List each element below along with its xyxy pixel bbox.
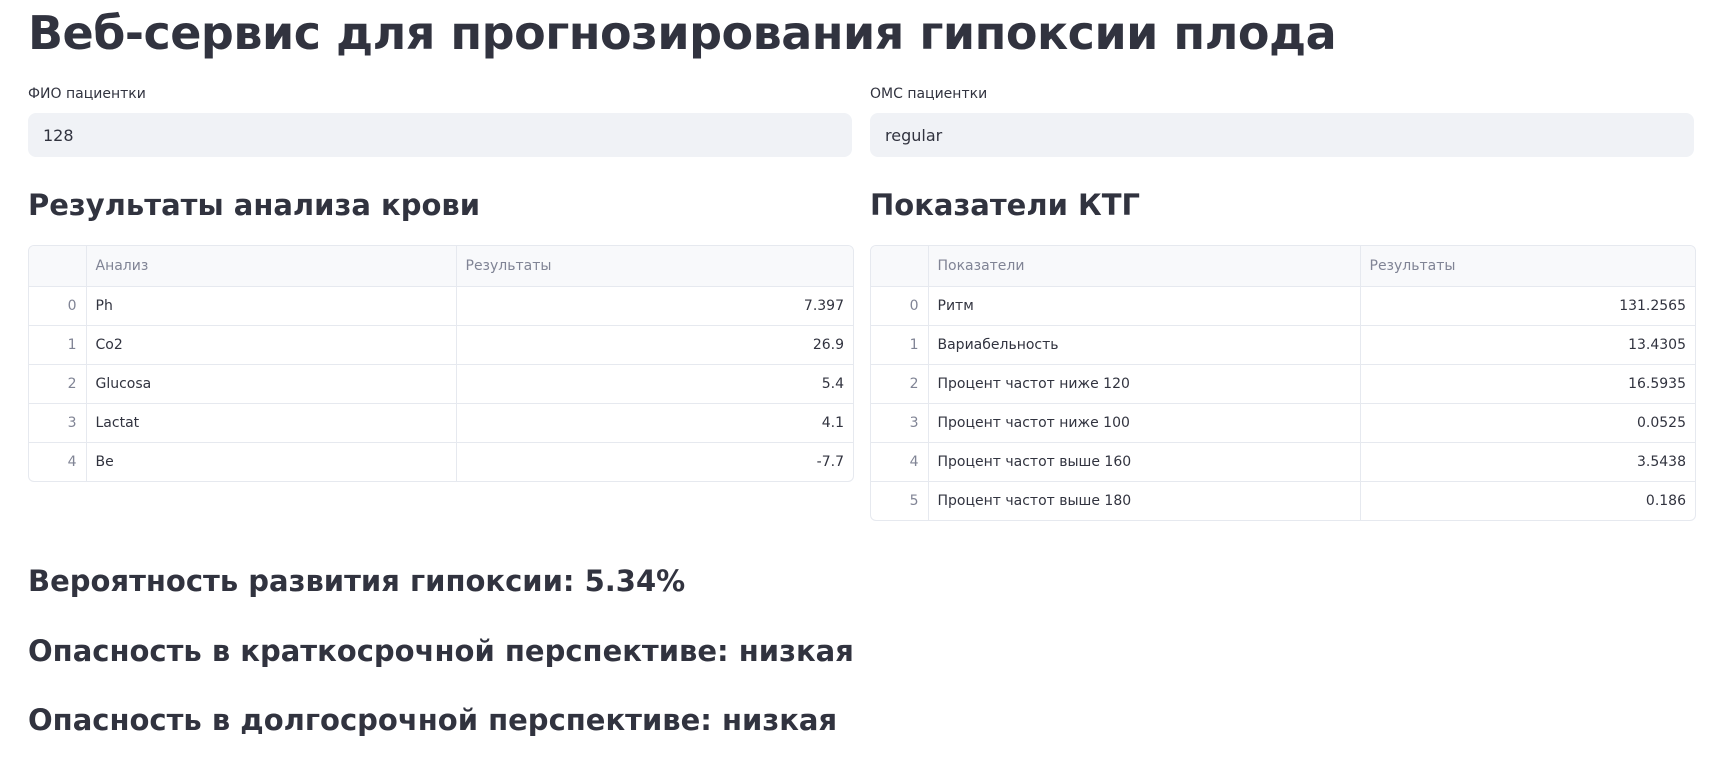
row-index: 2 xyxy=(871,364,929,404)
blood-table-header: Анализ Результаты xyxy=(29,246,853,287)
column-header-indicators[interactable]: Показатели xyxy=(928,246,1361,287)
table-row[interactable]: 3 Lactat 4.1 xyxy=(29,403,853,443)
table-row[interactable]: 0 Ph 7.397 xyxy=(29,286,853,326)
patient-name-input[interactable] xyxy=(28,113,852,157)
table-row[interactable]: 1 Co2 26.9 xyxy=(29,325,853,365)
cell-analysis[interactable]: Be xyxy=(86,442,457,481)
row-index: 2 xyxy=(29,364,87,404)
cell-result[interactable]: 13.4305 xyxy=(1360,325,1695,365)
table-row[interactable]: 0 Ритм 131.2565 xyxy=(871,286,1695,326)
patient-name-field: ФИО пациентки xyxy=(28,84,852,157)
column-header-index[interactable] xyxy=(871,246,929,287)
blood-heading: Результаты анализа крови xyxy=(28,188,481,222)
cell-result[interactable]: 0.186 xyxy=(1360,481,1695,520)
cell-result[interactable]: -7.7 xyxy=(456,442,853,481)
row-index: 3 xyxy=(29,403,87,443)
column-header-results[interactable]: Результаты xyxy=(1360,246,1695,287)
table-row[interactable]: 4 Процент частот выше 160 3.5438 xyxy=(871,442,1695,482)
table-row[interactable]: 3 Процент частот ниже 100 0.0525 xyxy=(871,403,1695,443)
cell-result[interactable]: 3.5438 xyxy=(1360,442,1695,482)
cell-result[interactable]: 5.4 xyxy=(456,364,853,404)
patient-name-label: ФИО пациентки xyxy=(28,86,146,102)
cell-analysis[interactable]: Lactat xyxy=(86,403,457,443)
patient-oms-field: ОМС пациентки xyxy=(870,84,1694,157)
page: Веб-сервис для прогнозирования гипоксии … xyxy=(0,0,1718,769)
table-row[interactable]: 2 Процент частот ниже 120 16.5935 xyxy=(871,364,1695,404)
cell-result[interactable]: 0.0525 xyxy=(1360,403,1695,443)
column-header-analysis[interactable]: Анализ xyxy=(86,246,457,287)
short-term-risk: Опасность в краткосрочной перспективе: н… xyxy=(28,634,854,668)
row-index: 0 xyxy=(871,286,929,326)
column-header-index[interactable] xyxy=(29,246,87,287)
patient-oms-label: ОМС пациентки xyxy=(870,86,988,102)
column-header-results[interactable]: Результаты xyxy=(456,246,853,287)
row-index: 0 xyxy=(29,286,87,326)
hypoxia-probability: Вероятность развития гипоксии: 5.34% xyxy=(28,564,686,598)
row-index: 1 xyxy=(29,325,87,365)
row-index: 4 xyxy=(871,442,929,482)
table-row[interactable]: 1 Вариабельность 13.4305 xyxy=(871,325,1695,365)
table-row[interactable]: 5 Процент частот выше 180 0.186 xyxy=(871,481,1695,520)
patient-oms-input[interactable] xyxy=(870,113,1694,157)
cell-indicator[interactable]: Вариабельность xyxy=(928,325,1361,365)
ktg-table-header: Показатели Результаты xyxy=(871,246,1695,287)
row-index: 4 xyxy=(29,442,87,481)
table-row[interactable]: 4 Be -7.7 xyxy=(29,442,853,481)
row-index: 5 xyxy=(871,481,929,520)
row-index: 1 xyxy=(871,325,929,365)
cell-result[interactable]: 131.2565 xyxy=(1360,286,1695,326)
ktg-heading: Показатели КТГ xyxy=(870,188,1140,222)
cell-result[interactable]: 26.9 xyxy=(456,325,853,365)
cell-indicator[interactable]: Процент частот выше 180 xyxy=(928,481,1361,520)
long-term-risk: Опасность в долгосрочной перспективе: ни… xyxy=(28,703,838,737)
cell-result[interactable]: 4.1 xyxy=(456,403,853,443)
cell-indicator[interactable]: Процент частот выше 160 xyxy=(928,442,1361,482)
row-index: 3 xyxy=(871,403,929,443)
ktg-table[interactable]: Показатели Результаты 0 Ритм 131.2565 1 … xyxy=(870,245,1696,521)
cell-result[interactable]: 16.5935 xyxy=(1360,364,1695,404)
cell-analysis[interactable]: Ph xyxy=(86,286,457,326)
cell-indicator[interactable]: Процент частот ниже 120 xyxy=(928,364,1361,404)
cell-analysis[interactable]: Glucosa xyxy=(86,364,457,404)
page-title: Веб-сервис для прогнозирования гипоксии … xyxy=(28,6,1337,60)
cell-analysis[interactable]: Co2 xyxy=(86,325,457,365)
cell-indicator[interactable]: Процент частот ниже 100 xyxy=(928,403,1361,443)
blood-table[interactable]: Анализ Результаты 0 Ph 7.397 1 Co2 26.9 … xyxy=(28,245,854,482)
cell-indicator[interactable]: Ритм xyxy=(928,286,1361,326)
cell-result[interactable]: 7.397 xyxy=(456,286,853,326)
table-row[interactable]: 2 Glucosa 5.4 xyxy=(29,364,853,404)
